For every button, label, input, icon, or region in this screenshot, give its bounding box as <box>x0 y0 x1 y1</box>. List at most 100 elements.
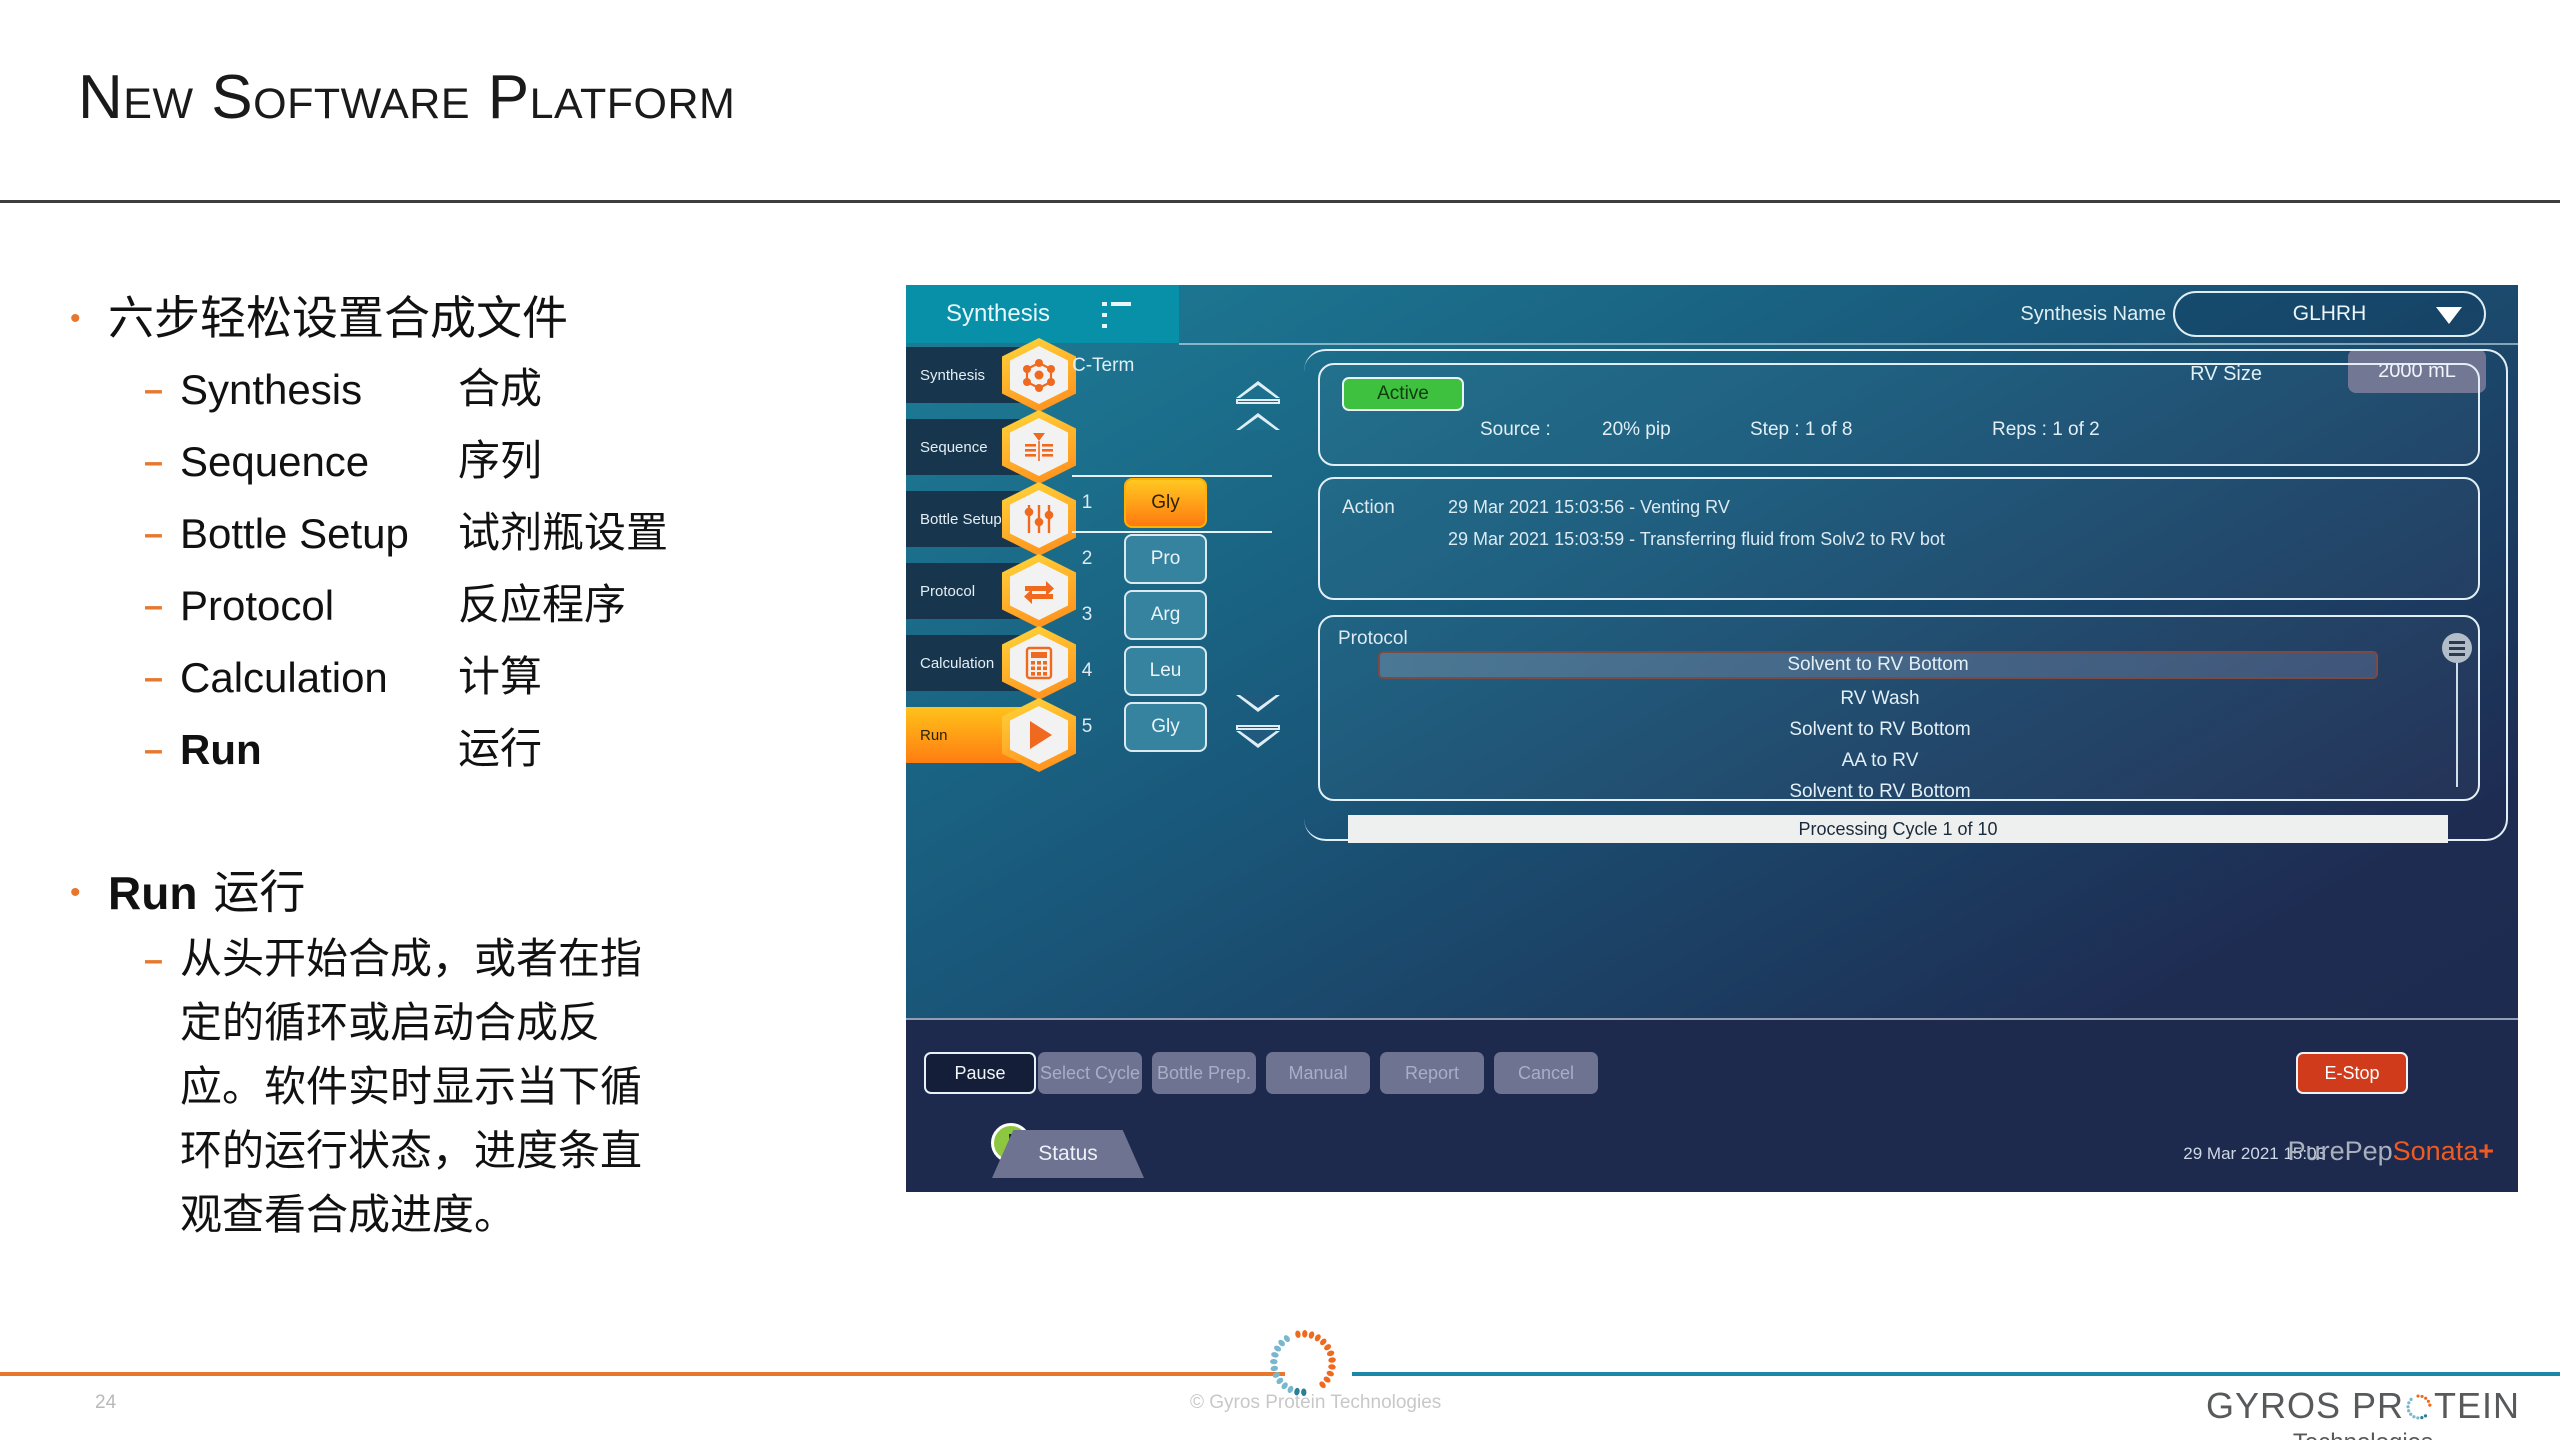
residue-chip[interactable]: Arg <box>1124 590 1207 640</box>
cycle-progress-text: Processing Cycle 1 of 10 <box>1798 818 1998 839</box>
synthesis-name-value: GLHRH <box>2292 302 2367 325</box>
protocol-scrollbar-track[interactable] <box>2456 655 2458 787</box>
footer-rule-orange <box>0 1372 1285 1376</box>
step-label-en: Run <box>180 726 262 773</box>
play-icon <box>1002 698 1076 772</box>
dash-icon: – <box>144 515 163 553</box>
sidebar-item-label: Protocol <box>920 582 976 600</box>
sidebar-item-run[interactable]: Run <box>906 698 1076 772</box>
bottom-divider <box>906 1018 2518 1020</box>
sidebar-item-protocol[interactable]: Protocol <box>906 554 1076 628</box>
sidebar-item-sequence[interactable]: Sequence <box>906 410 1076 484</box>
synthesis-name-label: Synthesis Name <box>2020 303 2166 325</box>
residue-chip[interactable]: Gly <box>1124 478 1207 528</box>
pause-button[interactable]: Pause <box>924 1052 1036 1094</box>
select-cycle-button: Select Cycle <box>1038 1052 1142 1094</box>
dash-icon: – <box>144 587 163 625</box>
residue-number: 5 <box>1081 716 1093 737</box>
step-label-cn: 序列 <box>458 439 543 485</box>
logo-line-2: Technologies <box>2206 1429 2520 1440</box>
ui-header: Synthesis Synthesis Name GLHRH RV Size 2… <box>906 285 2518 393</box>
brand-plus: + <box>2478 1136 2494 1166</box>
residue-number: 4 <box>1081 660 1093 681</box>
bullet-level1-run: • Run 运行 <box>70 864 910 922</box>
action-log-panel: Action 29 Mar 2021 15:03:56 - Venting RV… <box>1318 477 2480 600</box>
step-row: – Calculation 计算 <box>144 642 910 714</box>
residue-number: 3 <box>1081 604 1093 625</box>
run-description: – 从头开始合成，或者在指定的循环或启动合成反应。软件实时显示当下循环的运行状态… <box>144 928 910 1248</box>
protocol-scrollbar-thumb[interactable] <box>2442 633 2472 663</box>
report-button: Report <box>1380 1052 1484 1094</box>
tab-synthesis-label: Synthesis <box>946 300 1051 327</box>
title-divider <box>0 200 2560 203</box>
step-label-en: Calculation <box>180 654 388 701</box>
header-divider <box>1179 343 2518 345</box>
sequence-residue-row[interactable]: 4 Leu <box>1072 643 1282 699</box>
calculator-icon <box>1002 626 1076 700</box>
dash-icon: – <box>144 371 163 409</box>
synthesis-name-dropdown[interactable]: GLHRH <box>2173 291 2486 337</box>
status-tab[interactable]: Status <box>992 1130 1144 1178</box>
bullet-dot-icon: • <box>70 302 81 335</box>
brand-purepep: PurePep <box>2287 1136 2393 1166</box>
slide: New Software Platform • 六步轻松设置合成文件 – Synt… <box>0 0 2560 1440</box>
protocol-item[interactable]: Solvent to RV Bottom <box>1380 719 2380 742</box>
step-row: – Sequence 序列 <box>144 426 910 498</box>
step-label-en: Sequence <box>180 438 370 485</box>
c-term-label: C-Term <box>1072 355 1135 376</box>
scroll-up-button[interactable] <box>1236 413 1280 430</box>
residue-number: 2 <box>1081 548 1093 569</box>
residue-chip[interactable]: Gly <box>1124 702 1207 752</box>
status-badge: Active <box>1342 377 1464 411</box>
sidebar-item-label: Sequence <box>920 438 988 456</box>
step-label-cn: 运行 <box>458 727 543 773</box>
product-logo: PurePepSonata+ <box>2288 1136 2494 1167</box>
e-stop-button[interactable]: E-Stop <box>2296 1052 2408 1094</box>
sidebar-item-label: Bottle Setup <box>920 510 1002 528</box>
dash-icon: – <box>144 443 163 481</box>
step-counter: Step : 1 of 8 <box>1750 419 1853 440</box>
gyros-dot-circle-icon <box>1270 1330 1336 1397</box>
sidebar-item-synthesis[interactable]: Synthesis <box>906 338 1076 412</box>
residue-number: 1 <box>1081 492 1093 513</box>
page-number: 24 <box>95 1392 117 1413</box>
reps-counter: Reps : 1 of 2 <box>1992 419 2100 440</box>
protocol-item[interactable]: AA to RV <box>1380 750 2380 773</box>
protocol-item-selected[interactable]: Solvent to RV Bottom <box>1378 651 2378 679</box>
dotted-o-icon <box>2406 1394 2432 1420</box>
run-description-text: 从头开始合成，或者在指定的循环或启动合成反应。软件实时显示当下循环的运行状态，进… <box>180 937 643 1239</box>
footer-rule-teal <box>1352 1372 2560 1376</box>
protocol-item[interactable]: Solvent to RV Bottom <box>1380 781 2380 804</box>
tab-synthesis[interactable]: Synthesis <box>906 285 1179 343</box>
run-heading-en: Run <box>108 867 198 919</box>
residue-chip[interactable]: Pro <box>1124 534 1207 584</box>
status-tab-label: Status <box>1038 1142 1098 1165</box>
brand-sonata: Sonata <box>2392 1136 2479 1166</box>
step-label-en: Protocol <box>180 582 335 629</box>
sliders-icon <box>1002 482 1076 556</box>
sequence-residue-row[interactable]: 3 Arg <box>1072 587 1282 643</box>
gyros-protein-logo: GYROS PRTEIN Technologies <box>2206 1385 2520 1440</box>
molecule-icon <box>1002 338 1076 412</box>
residue-chip[interactable]: Leu <box>1124 646 1207 696</box>
top-bar-icon <box>1236 399 1280 404</box>
sidebar-item-label: Calculation <box>920 654 995 672</box>
run-heading-cn: 运行 <box>213 867 306 918</box>
source-value: 20% pip <box>1602 419 1671 440</box>
sidebar-item-calculation[interactable]: Calculation <box>906 626 1076 700</box>
step-label-cn: 计算 <box>458 655 543 701</box>
logo-line-1: GYROS PR TEIN <box>2205 1385 2520 1426</box>
protocol-item[interactable]: RV Wash <box>1380 688 2380 711</box>
list-icon[interactable] <box>1101 302 1131 328</box>
scroll-to-top-button[interactable] <box>1236 381 1280 404</box>
sidebar-item-bottle-setup[interactable]: Bottle Setup <box>906 482 1076 556</box>
sequence-residue-row[interactable]: 5 Gly <box>1072 699 1282 755</box>
step-row: – Synthesis 合成 <box>144 354 910 426</box>
instrument-screenshot: Synthesis Synthesis Name GLHRH RV Size 2… <box>906 285 2518 1192</box>
sequence-residue-row[interactable]: 1 Gly <box>1072 475 1282 531</box>
sequence-residue-row[interactable]: 2 Pro <box>1072 531 1282 587</box>
step-list: – Synthesis 合成 – Sequence 序列 – Bottle Setup 试剂瓶设… <box>70 354 910 786</box>
run-status-panel: Active Source : 20% pip Step : 1 of 8 Re… <box>1318 363 2480 466</box>
step-row: – Bottle Setup 试剂瓶设置 <box>144 498 910 570</box>
